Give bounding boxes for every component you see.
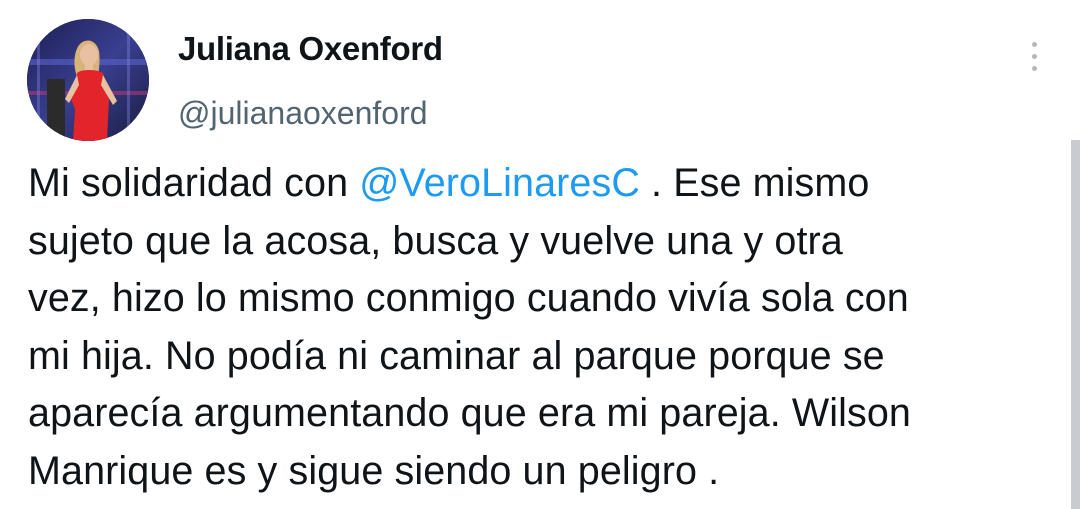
more-options-button[interactable] bbox=[1020, 38, 1050, 74]
mention-link[interactable]: @VeroLinaresC bbox=[359, 161, 640, 205]
tweet-text: Mi solidaridad con @VeroLinaresC . Ese m… bbox=[28, 155, 1058, 500]
scrollbar[interactable] bbox=[1071, 140, 1080, 509]
tweet-card: Juliana Oxenford @julianaoxenford Mi sol… bbox=[0, 0, 1080, 509]
tweet-line: sujeto que la acosa, busca y vuelve una … bbox=[28, 218, 843, 263]
tweet-text-segment: Mi solidaridad con bbox=[28, 161, 360, 205]
tweet-line: vez, hizo lo mismo conmigo cuando vivía … bbox=[28, 276, 909, 320]
tweet-line: aparecía argumentando que era mi pareja.… bbox=[28, 391, 911, 435]
author-handle[interactable]: @julianaoxenford bbox=[178, 95, 428, 132]
author-display-name[interactable]: Juliana Oxenford bbox=[178, 30, 443, 68]
tweet-line: Manrique es y sigue siendo un peligro . bbox=[28, 448, 720, 493]
tweet-line: mi hija. No podía ni caminar al parque p… bbox=[28, 333, 885, 378]
tweet-line: Mi solidaridad con @VeroLinaresC . Ese m… bbox=[28, 155, 1058, 213]
avatar[interactable] bbox=[27, 19, 149, 141]
avatar-image bbox=[27, 19, 149, 141]
tweet-text-segment: . Ese mismo bbox=[639, 161, 870, 205]
